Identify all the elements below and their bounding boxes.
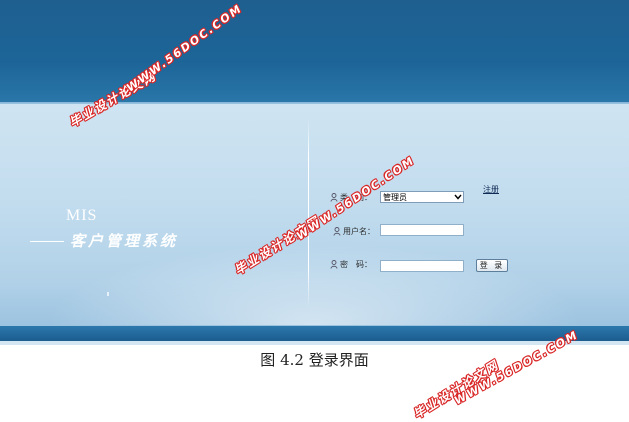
panel-divider	[308, 118, 309, 308]
register-link[interactable]: 注册	[483, 184, 499, 195]
user-icon	[330, 193, 338, 202]
username-label: 用户名：	[343, 227, 375, 236]
category-selected: 管理员	[383, 192, 407, 202]
mis-title: MIS	[66, 207, 98, 224]
system-name: 客户管理系统	[70, 232, 179, 250]
bottom-bar	[0, 326, 629, 341]
user-icon	[333, 227, 341, 236]
username-input[interactable]	[380, 224, 464, 236]
login-button[interactable]: 登 录	[476, 259, 508, 272]
username-label-wrap: 用户名：	[333, 226, 375, 237]
key-icon	[330, 260, 338, 269]
top-banner	[0, 0, 629, 104]
title-dash	[30, 241, 64, 242]
password-label-wrap: 密 码：	[330, 259, 372, 270]
password-row: 密 码：	[330, 259, 372, 270]
chevron-down-icon[interactable]	[452, 192, 463, 202]
login-screen: MIS 客户管理系统 类 别： 管理员 注册 用户名： 密 码： 登 录	[0, 0, 629, 345]
password-input[interactable]	[380, 260, 464, 272]
bottom-line	[0, 341, 629, 345]
username-row: 用户名：	[333, 226, 375, 237]
category-select[interactable]: 管理员	[380, 191, 464, 203]
decor-dot	[107, 292, 109, 296]
password-label: 密 码：	[340, 260, 372, 269]
